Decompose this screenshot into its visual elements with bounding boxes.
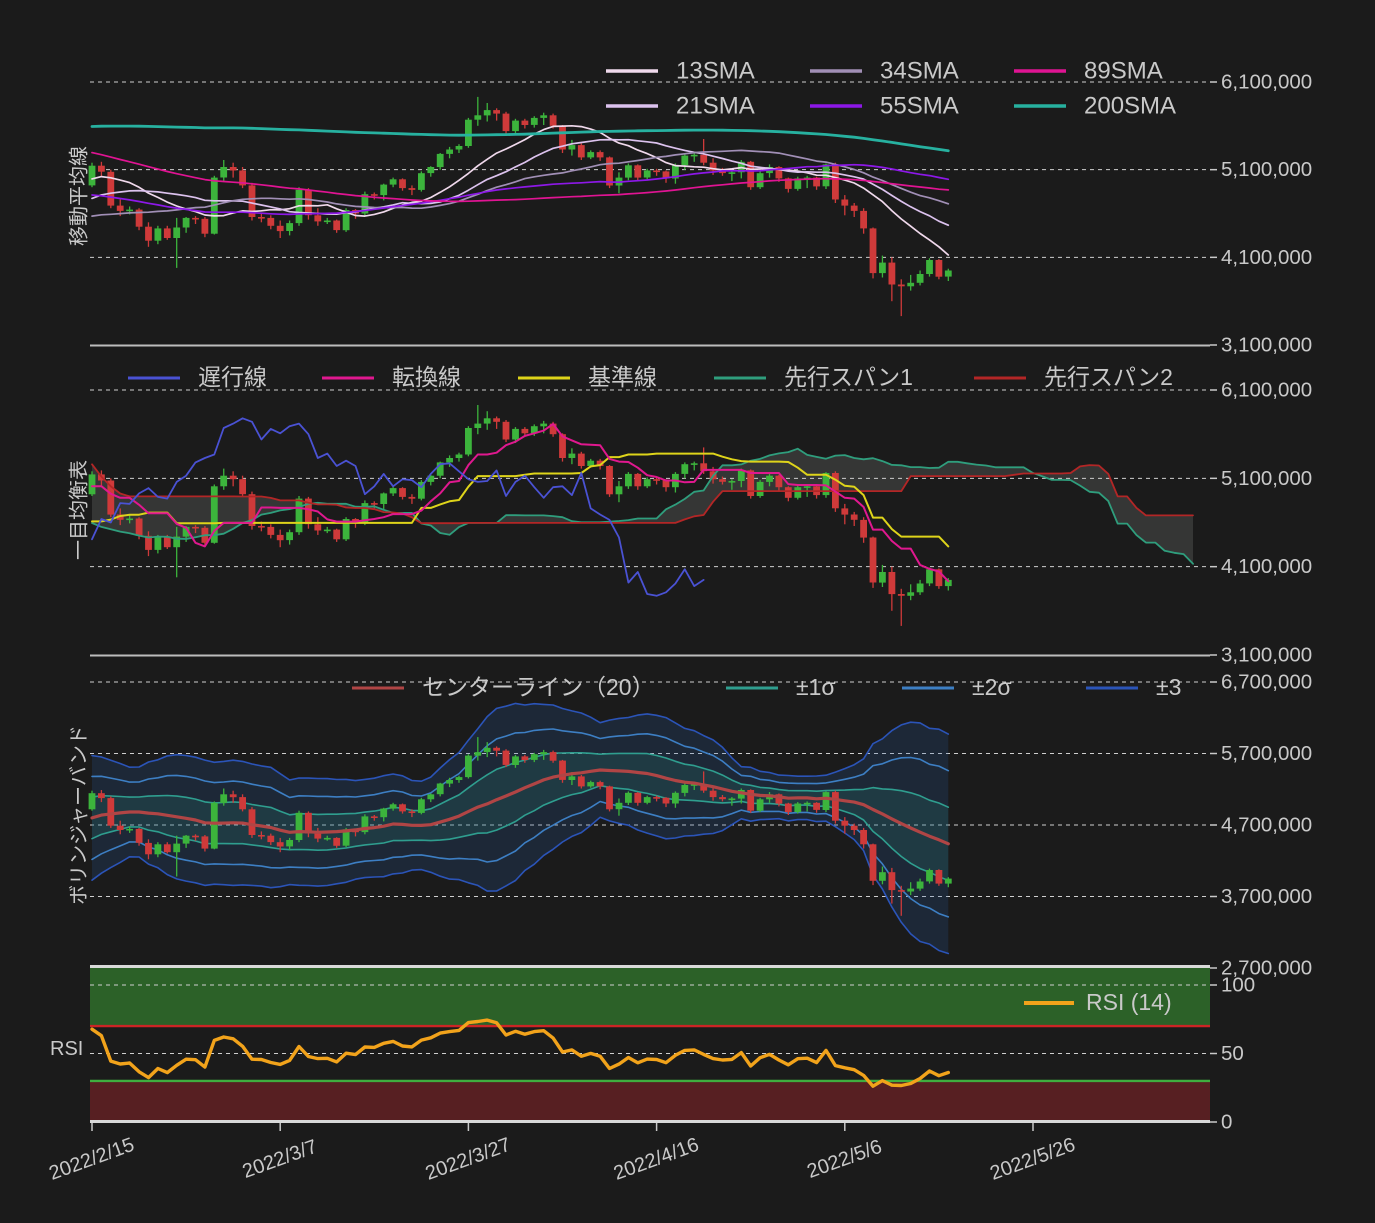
legend-label: 55SMA	[880, 92, 959, 119]
y-tick-label: 4,700,000	[1221, 813, 1312, 836]
y-tick-label: 50	[1221, 1042, 1244, 1065]
y-tick-label: 6,100,000	[1221, 378, 1312, 401]
y-tick-label: 5,100,000	[1221, 467, 1312, 490]
legend-label: 89SMA	[1084, 57, 1163, 84]
legend-label: 21SMA	[676, 92, 755, 119]
rsi-overbought-zone	[90, 967, 1210, 1027]
y-tick-label: 3,100,000	[1221, 333, 1312, 356]
y-tick-label: 3,700,000	[1221, 885, 1312, 908]
y-tick-label: 4,100,000	[1221, 555, 1312, 578]
x-tick-label: 2022/2/15	[46, 1134, 137, 1185]
legend-label: 先行スパン1	[784, 364, 913, 390]
y-tick-label: 4,100,000	[1221, 246, 1312, 269]
rsi-oversold-zone	[90, 1081, 1210, 1122]
y-tick-label: 0	[1221, 1110, 1232, 1133]
x-tick-label: 2022/3/7	[240, 1136, 321, 1183]
legend-label: 基準線	[588, 364, 657, 390]
y-tick-label: 5,100,000	[1221, 158, 1312, 181]
legend-label: 13SMA	[676, 57, 755, 84]
legend-label: 遅行線	[198, 364, 267, 390]
legend-label: 先行スパン2	[1044, 364, 1173, 390]
legend-label: センターライン（20）	[422, 674, 655, 700]
legend-label: 転換線	[392, 364, 461, 390]
x-tick-label: 2022/5/26	[987, 1134, 1078, 1185]
panel-title-bollinger: ボリンジャーバンド	[63, 725, 92, 905]
panel-title-rsi: RSI	[50, 1038, 83, 1061]
legend-label: ±2σ	[972, 674, 1012, 700]
panel-title-ichimoku: 一目均衡表	[63, 460, 92, 560]
y-tick-label: 6,100,000	[1221, 70, 1312, 93]
x-tick-label: 2022/3/27	[423, 1134, 514, 1185]
panel-title-moving-averages: 移動平均線	[63, 146, 92, 246]
y-tick-label: 100	[1221, 973, 1255, 996]
y-tick-label: 5,700,000	[1221, 742, 1312, 765]
y-tick-label: 6,700,000	[1221, 670, 1312, 693]
y-tick-label: 3,100,000	[1221, 643, 1312, 666]
legend-label: ±1σ	[796, 674, 836, 700]
candlesticks	[89, 97, 952, 316]
technical-analysis-chart: RSI (14) 6,100,000 5,100,000 4,100,000 3,100…	[0, 0, 1375, 1223]
x-tick-label: 2022/5/6	[804, 1136, 885, 1183]
legend-label: 34SMA	[880, 57, 959, 84]
x-tick-label: 2022/4/16	[611, 1134, 702, 1185]
legend-label: 200SMA	[1084, 92, 1176, 119]
legend-label: ±3	[1156, 674, 1181, 700]
rsi-legend-label: RSI (14)	[1086, 989, 1172, 1015]
chart-canvas: RSI (14) 6,100,000 5,100,000 4,100,000 3,100…	[0, 0, 1375, 1223]
